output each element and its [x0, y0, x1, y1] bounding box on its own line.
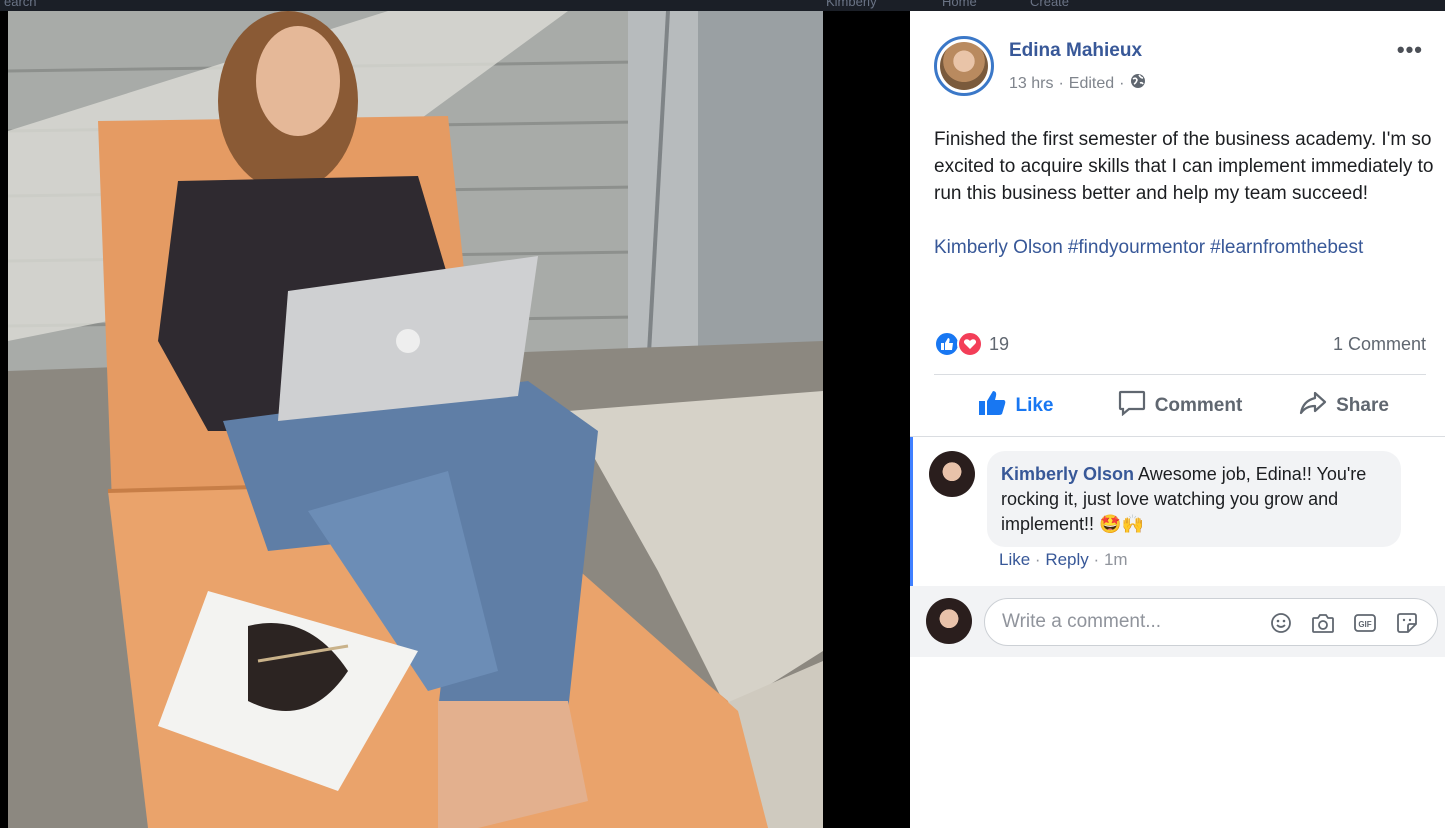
- post-panel: Edina Mahieux 13 hrs · Edited · ••• Fini…: [910, 11, 1445, 828]
- comment-reply-link[interactable]: Reply: [1045, 550, 1088, 569]
- photo-illustration: [8, 11, 823, 828]
- post-body-text: Finished the first semester of the busin…: [934, 129, 1434, 204]
- love-reaction-icon: [957, 331, 983, 357]
- like-button[interactable]: Like: [934, 386, 1098, 426]
- emoji-icon[interactable]: [1269, 611, 1293, 635]
- author-avatar[interactable]: [934, 36, 994, 96]
- comment-count-link[interactable]: 1 Comment: [1333, 334, 1426, 355]
- share-button[interactable]: Share: [1262, 386, 1426, 426]
- comment: Kimberly Olson Awesome job, Edina!! You'…: [910, 437, 1445, 586]
- commenter-avatar[interactable]: [929, 451, 975, 497]
- share-arrow-icon: [1299, 390, 1327, 422]
- globe-icon[interactable]: [1130, 73, 1146, 94]
- background-top-strip: earch Kimberly Home Create: [0, 0, 1445, 11]
- like-button-label: Like: [1015, 395, 1054, 416]
- post-actions: Like Comment Share: [934, 386, 1426, 426]
- mention-link[interactable]: Kimberly Olson: [934, 237, 1063, 258]
- comment-bubble: Kimberly Olson Awesome job, Edina!! You'…: [987, 451, 1401, 547]
- comment-like-link[interactable]: Like: [999, 550, 1030, 569]
- share-button-label: Share: [1336, 395, 1389, 416]
- speech-bubble-icon: [1118, 390, 1146, 422]
- viewer-avatar[interactable]: [926, 598, 972, 644]
- background-search-text: earch: [4, 0, 37, 9]
- post-meta: 13 hrs · Edited ·: [1009, 73, 1146, 94]
- comments-section: Kimberly Olson Awesome job, Edina!! You'…: [910, 436, 1445, 657]
- comment-button[interactable]: Comment: [1098, 386, 1262, 426]
- meta-separator: ·: [1119, 74, 1125, 92]
- meta-separator: ·: [1058, 74, 1064, 92]
- comment-input-box[interactable]: GIF: [984, 598, 1438, 646]
- hashtag-link[interactable]: #learnfromthebest: [1210, 237, 1363, 258]
- post-photo[interactable]: [8, 11, 823, 828]
- author-name-link[interactable]: Edina Mahieux: [1009, 40, 1142, 62]
- camera-icon[interactable]: [1311, 611, 1335, 635]
- divider: [934, 374, 1426, 375]
- comment-input[interactable]: [1002, 611, 1252, 633]
- comment-separator: ·: [1093, 550, 1100, 569]
- sticker-icon[interactable]: [1395, 611, 1419, 635]
- background-nav-item: Home: [942, 0, 977, 9]
- hashtag-link[interactable]: #findyourmentor: [1068, 237, 1205, 258]
- comment-time[interactable]: 1m: [1104, 550, 1128, 569]
- thumbs-up-icon: [978, 390, 1006, 422]
- background-nav-item: Create: [1030, 0, 1070, 9]
- comment-separator: ·: [1034, 550, 1041, 569]
- post-tags: Kimberly Olson #findyourmentor #learnfromt…: [934, 234, 1368, 261]
- composer-tools: GIF: [1269, 611, 1419, 635]
- comment-button-label: Comment: [1154, 395, 1243, 416]
- more-options-button[interactable]: •••: [1397, 37, 1423, 63]
- comment-composer: GIF: [910, 586, 1445, 658]
- reactions-summary[interactable]: 19: [934, 331, 1009, 357]
- gif-icon[interactable]: GIF: [1353, 611, 1377, 635]
- svg-text:GIF: GIF: [1358, 620, 1371, 629]
- edited-link[interactable]: Edited: [1069, 75, 1114, 93]
- post-time-link[interactable]: 13 hrs: [1009, 75, 1053, 93]
- commenter-name-link[interactable]: Kimberly Olson: [1001, 464, 1134, 484]
- background-nav-item: Kimberly: [826, 0, 877, 9]
- comment-actions: Like · Reply · 1m: [999, 550, 1128, 570]
- reaction-count: 19: [989, 333, 1010, 354]
